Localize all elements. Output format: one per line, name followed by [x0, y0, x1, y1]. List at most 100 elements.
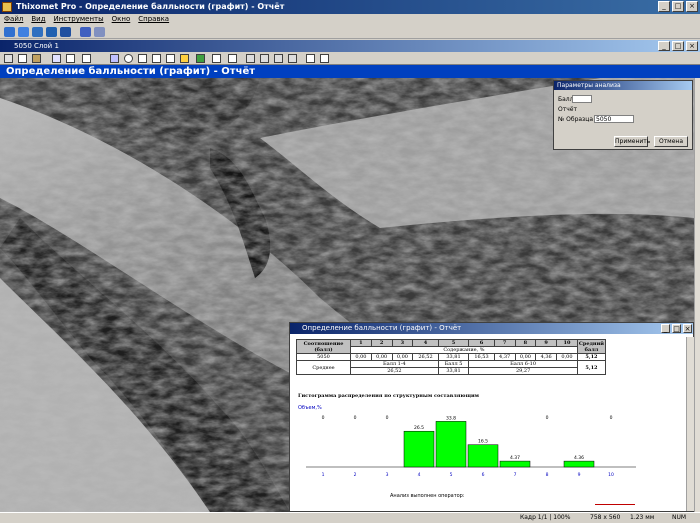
col-10: 10: [556, 339, 578, 347]
zoom-fit-icon[interactable]: [274, 54, 283, 63]
data-label: 0: [386, 415, 389, 421]
menu-window[interactable]: Окно: [112, 14, 131, 25]
rect-select-icon[interactable]: [110, 54, 119, 63]
zoom-100-icon[interactable]: [288, 54, 297, 63]
group-header: Балл 5: [437, 360, 470, 368]
close-button[interactable]: ×: [686, 1, 698, 12]
camera-icon[interactable]: [60, 27, 71, 37]
menu-view[interactable]: Вид: [31, 14, 45, 25]
otchet-label: Отчёт: [558, 106, 577, 113]
data-label: 0: [546, 415, 549, 421]
cell-avg: 5,12: [576, 353, 607, 361]
report-dialog-title: Определение балльности (графит) - Отчёт: [290, 323, 693, 334]
menu-file[interactable]: Файл: [4, 14, 23, 25]
row-label: Среднее: [296, 360, 351, 375]
data-label: 0: [610, 415, 613, 421]
settings-icon[interactable]: [94, 27, 105, 37]
content-subheader: Содержание, %: [350, 346, 578, 354]
cell-avg: 5,12: [576, 360, 607, 375]
report-close-button[interactable]: ×: [683, 324, 692, 333]
report-maximize-button[interactable]: □: [672, 324, 681, 333]
col-5: 5: [437, 339, 470, 347]
acquire-icon[interactable]: [32, 27, 43, 37]
sub-close-button[interactable]: ×: [686, 41, 698, 51]
report-icon[interactable]: [80, 27, 91, 37]
report-scrollbar[interactable]: [686, 337, 694, 511]
sub-maximize-button[interactable]: □: [672, 41, 684, 51]
rectangle-icon[interactable]: [166, 54, 175, 63]
data-label: 4.37: [510, 455, 520, 461]
row-label: 5050: [296, 353, 351, 361]
zoom-out-icon[interactable]: [260, 54, 269, 63]
status-size: 758 x 560: [590, 514, 621, 521]
cell: 4,37: [493, 353, 516, 361]
histogram-bar: [467, 444, 499, 468]
ball-input[interactable]: [572, 95, 592, 103]
status-num: NUM: [672, 514, 687, 521]
group-header: Балл 6-10: [468, 360, 578, 368]
data-label: 26.5: [414, 425, 424, 431]
group-header: Балл 1-4: [350, 360, 439, 368]
line-icon[interactable]: [152, 54, 161, 63]
data-label: 16.5: [478, 439, 488, 445]
cancel-button[interactable]: Отмена: [654, 136, 688, 147]
database-icon[interactable]: [46, 27, 57, 37]
maximize-button[interactable]: □: [672, 1, 684, 12]
table-row: 5050 0,00 0,00 0,00 26,52 33,81 16,53 4,…: [296, 353, 607, 361]
chart-title: Гистограмма распределения по структурным…: [298, 393, 480, 399]
col-1: 1: [350, 339, 372, 347]
cursor-icon[interactable]: [52, 54, 61, 63]
tick-label: 8: [546, 472, 549, 478]
menu-tools[interactable]: Инструменты: [54, 14, 104, 25]
open-icon[interactable]: [4, 27, 15, 37]
minimize-button[interactable]: _: [658, 1, 670, 12]
select-icon[interactable]: [66, 54, 75, 63]
hand-icon[interactable]: [32, 54, 41, 63]
ellipse-icon[interactable]: [124, 54, 133, 63]
cell: 0,00: [370, 353, 393, 361]
report-minimize-button[interactable]: _: [661, 324, 670, 333]
tick-label: 1: [322, 472, 325, 478]
col-7: 7: [493, 339, 516, 347]
cut-icon[interactable]: [306, 54, 315, 63]
table-header-ratio: Соотношение (балл): [296, 339, 351, 354]
apply-button[interactable]: Применить: [614, 136, 650, 147]
move-icon[interactable]: [82, 54, 91, 63]
data-label: 0: [322, 415, 325, 421]
zoom-in-icon[interactable]: [246, 54, 255, 63]
cell: 16,53: [468, 353, 495, 361]
pointer-icon[interactable]: [4, 54, 13, 63]
col-8: 8: [514, 339, 537, 347]
tick-label: 5: [450, 472, 453, 478]
cell: 0,00: [514, 353, 537, 361]
cell: 4,36: [535, 353, 558, 361]
sample-input[interactable]: 5050: [594, 115, 634, 123]
save-icon[interactable]: [18, 27, 29, 37]
pencil-icon[interactable]: [180, 54, 189, 63]
cell: 33,81: [437, 353, 470, 361]
delete-icon[interactable]: [320, 54, 329, 63]
tick-label: 4: [418, 472, 421, 478]
sub-minimize-button[interactable]: _: [658, 41, 670, 51]
data-label: 4.36: [574, 455, 584, 461]
col-3: 3: [391, 339, 414, 347]
col-avg: Средний балл: [576, 339, 607, 354]
status-frame: Кадр 1/1 | 100%: [520, 514, 571, 521]
cell: 29,27: [468, 367, 578, 375]
eraser-icon[interactable]: [212, 54, 221, 63]
vertical-scrollbar[interactable]: [694, 78, 700, 512]
histogram-bar: [499, 460, 531, 468]
histogram-bar: [435, 421, 467, 468]
poly-icon[interactable]: [138, 54, 147, 63]
status-scale: 1.23 мм: [630, 514, 655, 521]
operator-label: Анализ выполнен оператор:: [390, 493, 465, 499]
brush-icon[interactable]: [196, 54, 205, 63]
menu-help[interactable]: Справка: [138, 14, 169, 25]
report-dialog: Определение балльности (графит) - Отчёт …: [289, 322, 694, 512]
target-icon[interactable]: [18, 54, 27, 63]
fill-icon[interactable]: [228, 54, 237, 63]
tick-label: 10: [608, 472, 614, 478]
col-2: 2: [370, 339, 393, 347]
col-6: 6: [468, 339, 495, 347]
cell: 26,52: [350, 367, 439, 375]
